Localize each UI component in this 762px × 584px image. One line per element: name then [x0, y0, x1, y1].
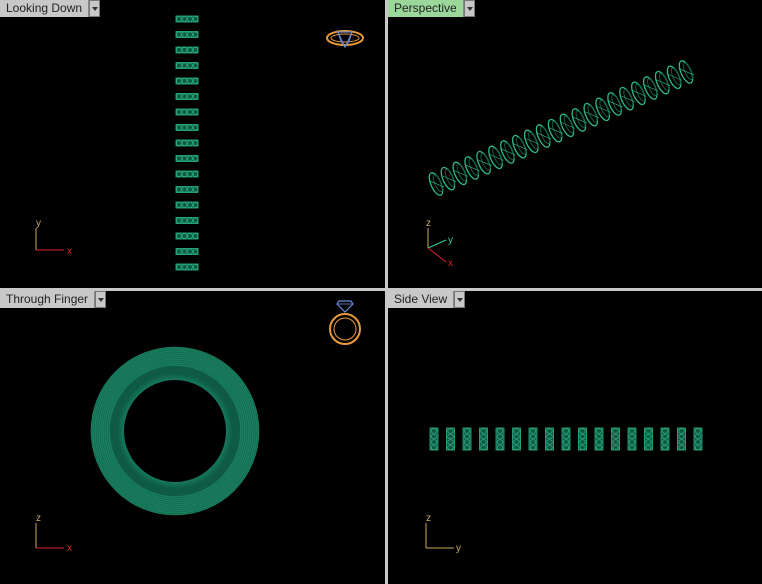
axis-label: y [448, 235, 453, 246]
coil-segment [175, 77, 199, 85]
axis-label: y [36, 218, 41, 229]
coil-loop [607, 92, 623, 116]
axis-label: x [448, 258, 453, 269]
coil-segment [495, 427, 505, 451]
coil-loop [452, 161, 468, 186]
coil-loop [488, 145, 504, 170]
coil-loop [666, 65, 683, 90]
axis-label: z [36, 513, 41, 524]
coil-segment [175, 232, 199, 240]
coil-segment [693, 427, 703, 451]
viewport-title: Looking Down [0, 0, 90, 17]
coil-stack-top [175, 15, 199, 271]
coil-segment [446, 427, 455, 451]
viewport-menu-arrow-icon[interactable] [95, 291, 107, 308]
coil-loop [631, 81, 647, 106]
coil-segment [429, 427, 439, 451]
coil-segment [175, 108, 199, 116]
coil-segment [512, 427, 521, 451]
viewport-title: Side View [388, 291, 455, 308]
coil-loop [654, 70, 671, 95]
coil-loop [571, 108, 587, 132]
coil-segment [677, 427, 686, 451]
ring-front-icon [329, 300, 361, 345]
coil-segment [175, 62, 199, 69]
viewport-tab-side-view[interactable]: Side View [388, 291, 466, 308]
viewport-looking-down[interactable]: Looking Down y x [0, 0, 385, 288]
coil-segment [528, 427, 538, 451]
viewport-tab-looking-down[interactable]: Looking Down [0, 0, 101, 17]
coil-segment [660, 427, 670, 451]
viewport-menu-arrow-icon[interactable] [463, 0, 475, 17]
coil-segment [594, 427, 604, 451]
coil-loop [642, 76, 659, 100]
coil-segment [175, 15, 199, 23]
coil-loop [428, 172, 445, 196]
coil-segment [175, 31, 199, 38]
coil-loop [440, 166, 456, 191]
coil-segment [175, 263, 199, 271]
coil-loop [678, 60, 695, 84]
coil-loop [547, 118, 564, 143]
coil-loop [476, 150, 492, 175]
coil-segment [578, 427, 587, 451]
viewport-side-view[interactable]: Side View z y [388, 291, 762, 584]
coil-row-side [429, 427, 703, 451]
coil-segment [175, 139, 199, 147]
viewport-menu-arrow-icon[interactable] [89, 0, 101, 17]
coil-segment [627, 427, 637, 451]
side-view-canvas: z y [425, 427, 703, 554]
perspective-canvas: z y x [426, 60, 695, 269]
coil-segment [175, 201, 199, 209]
coil-segment [561, 427, 571, 451]
coil-loop [583, 102, 599, 127]
viewport-perspective[interactable]: Perspective z y x [388, 0, 762, 288]
viewport-through-finger[interactable]: Through Finger z x [0, 291, 385, 584]
axis-label: x [67, 543, 72, 554]
coil-segment [175, 155, 199, 162]
coil-segment [175, 124, 199, 131]
coil-loop [595, 97, 611, 122]
coil-segment [644, 427, 653, 451]
through-finger-canvas: z x [35, 300, 361, 554]
coil-segment [545, 427, 554, 451]
coil-segment [175, 217, 199, 224]
coil-perspective [428, 60, 695, 196]
looking-down-canvas: y x [35, 15, 364, 271]
coil-loop [535, 124, 552, 148]
coil-loop [559, 113, 575, 138]
axis-label: x [67, 246, 72, 257]
viewport-tab-through-finger[interactable]: Through Finger [0, 291, 107, 308]
coil-segment [462, 427, 472, 451]
axis-label: z [426, 513, 431, 524]
coil-segment [175, 248, 199, 255]
axis-label: z [426, 218, 431, 229]
coil-loop [464, 156, 480, 180]
coil-loop [619, 86, 635, 111]
coil-segment [175, 46, 199, 54]
coil-loop [500, 140, 516, 164]
axis-triad-perspective: z y x [426, 218, 453, 269]
coil-segment [479, 427, 488, 451]
coil-segment [175, 170, 199, 178]
axis-label: y [456, 543, 461, 554]
viewport-menu-arrow-icon[interactable] [454, 291, 466, 308]
axis-triad-side: z y [425, 513, 461, 554]
coil-segment [611, 427, 620, 451]
coil-segment [175, 186, 199, 193]
coil-loop [511, 134, 528, 159]
ring-side-icon [326, 30, 364, 49]
viewport-title: Through Finger [0, 291, 96, 308]
axis-triad-front: z x [35, 513, 72, 554]
ring-torus [90, 346, 260, 516]
viewport-tab-perspective[interactable]: Perspective [388, 0, 475, 17]
axis-triad-top: y x [35, 218, 72, 257]
viewport-title: Perspective [388, 0, 464, 17]
coil-segment [175, 93, 199, 100]
coil-loop [523, 129, 540, 154]
